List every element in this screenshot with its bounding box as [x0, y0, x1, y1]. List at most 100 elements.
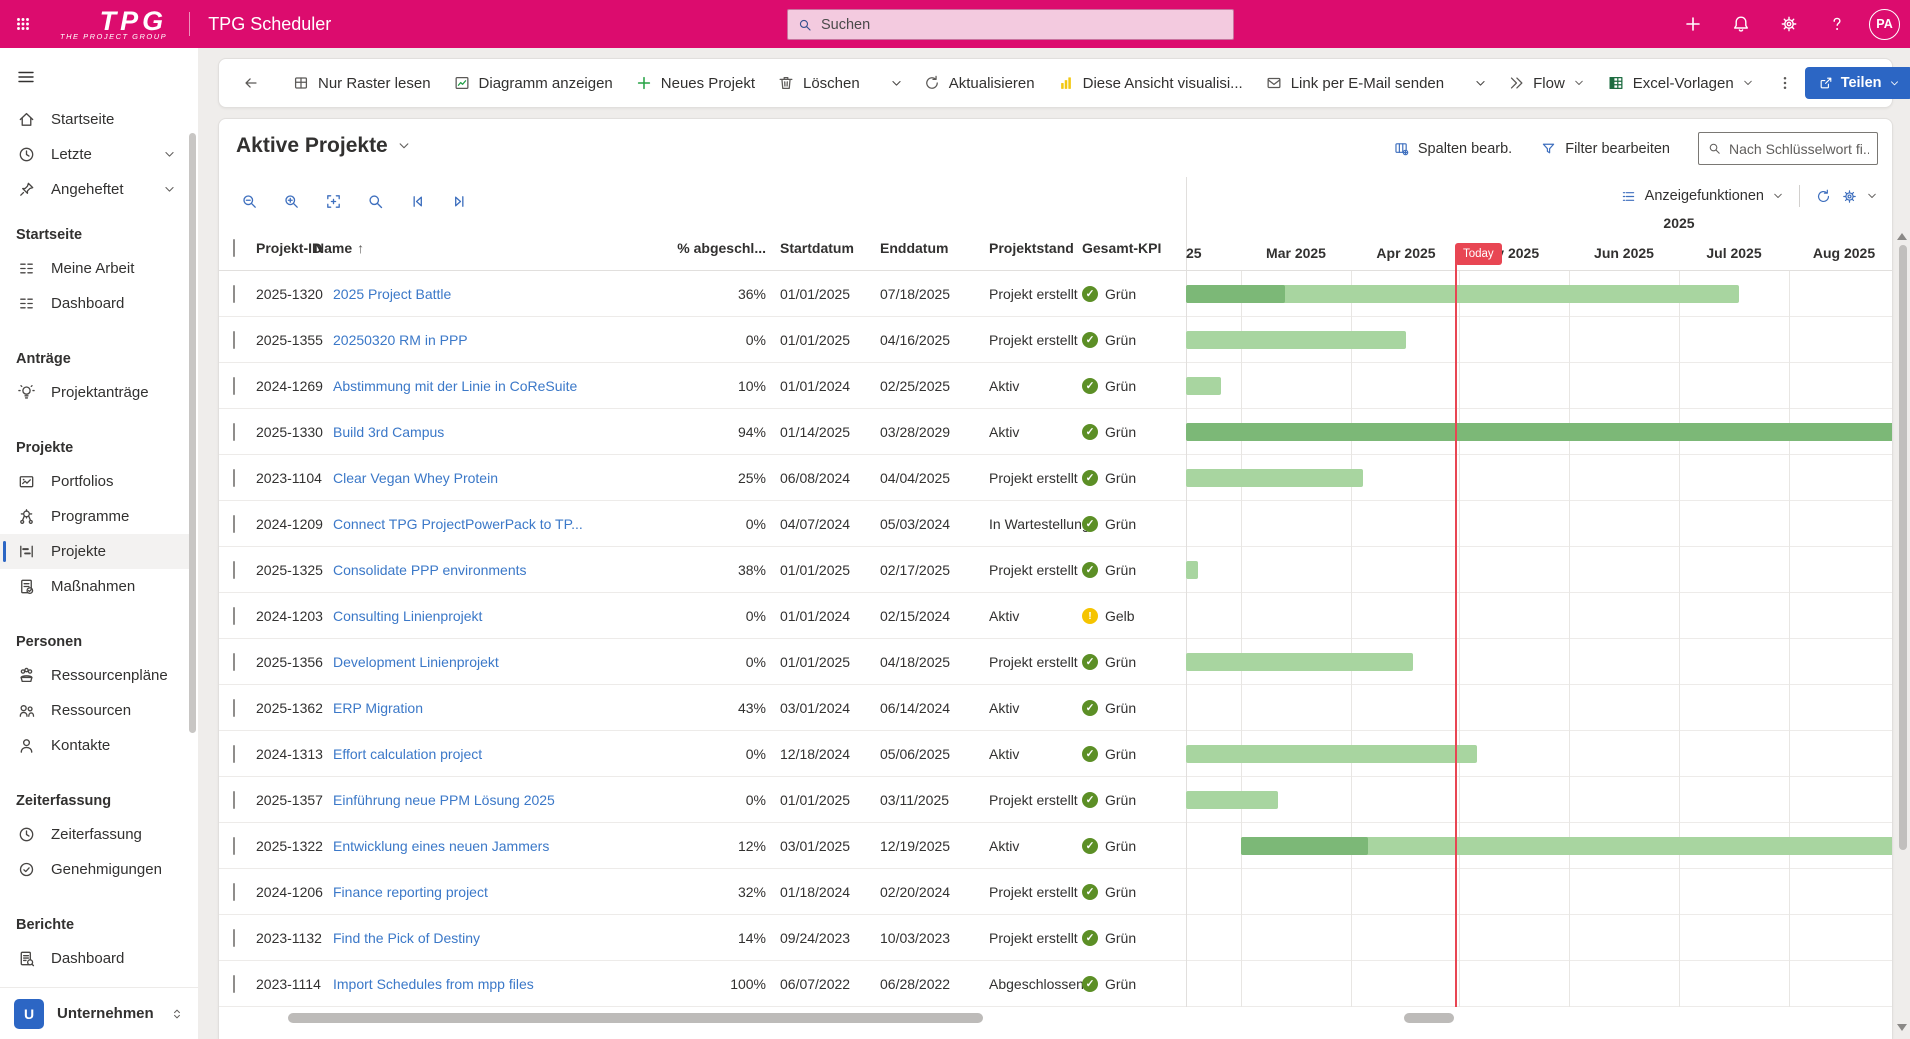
- row-checkbox[interactable]: [233, 562, 235, 578]
- row-checkbox[interactable]: [233, 286, 235, 302]
- checkbox[interactable]: [233, 377, 235, 395]
- vertical-scrollbar[interactable]: [1899, 245, 1907, 850]
- checkbox[interactable]: [233, 423, 235, 441]
- checkbox[interactable]: [233, 699, 235, 717]
- gantt-bar[interactable]: [1186, 791, 1278, 809]
- gantt-bar[interactable]: [1186, 469, 1363, 487]
- row-checkbox[interactable]: [233, 654, 235, 670]
- sidebar-item-portfolios[interactable]: Portfolios: [0, 464, 190, 499]
- sidebar-item-massnahmen[interactable]: Maßnahmen: [0, 569, 190, 604]
- search-icon[interactable]: [366, 192, 385, 211]
- app-launcher-button[interactable]: [0, 0, 46, 48]
- sidebar-item-letzte[interactable]: Letzte: [0, 137, 190, 172]
- command-flow[interactable]: Flow: [1496, 65, 1596, 101]
- checkbox[interactable]: [233, 653, 235, 671]
- cell-project-name[interactable]: Development Linienprojekt: [333, 654, 499, 670]
- cell-project-name[interactable]: Consolidate PPP environments: [333, 562, 527, 578]
- row-checkbox[interactable]: [233, 470, 235, 486]
- row-checkbox[interactable]: [233, 976, 235, 992]
- command-excel-vorlagen[interactable]: Excel-Vorlagen: [1596, 65, 1765, 101]
- command-neues-projekt[interactable]: Neues Projekt: [624, 65, 766, 101]
- sidebar-item-projektantrage[interactable]: Projektanträge: [0, 375, 190, 410]
- cell-project-name[interactable]: Build 3rd Campus: [333, 424, 444, 440]
- skip-to-start-icon[interactable]: [408, 192, 427, 211]
- sidebar-item-programme[interactable]: Programme: [0, 499, 190, 534]
- collapse-nav-button[interactable]: [16, 64, 42, 90]
- fit-screen-icon[interactable]: [324, 192, 343, 211]
- cell-project-name[interactable]: 20250320 RM in PPP: [333, 332, 468, 348]
- command-link-per-e-mail-senden[interactable]: Link per E-Mail senden: [1254, 65, 1455, 101]
- checkbox[interactable]: [233, 239, 235, 257]
- user-avatar[interactable]: PA: [1869, 9, 1900, 40]
- checkbox[interactable]: [233, 561, 235, 579]
- gantt-horizontal-scrollbar[interactable]: [1404, 1013, 1454, 1023]
- command-nur-raster-lesen[interactable]: Nur Raster lesen: [281, 65, 442, 101]
- command-diese-ansicht-visualisi[interactable]: Diese Ansicht visualisi...: [1046, 65, 1254, 101]
- cell-project-name[interactable]: Finance reporting project: [333, 884, 488, 900]
- checkbox[interactable]: [233, 837, 235, 855]
- row-checkbox[interactable]: [233, 332, 235, 348]
- sidebar-item-zeiterfassung[interactable]: Zeiterfassung: [0, 817, 190, 852]
- checkbox[interactable]: [233, 929, 235, 947]
- gantt-bar[interactable]: [1186, 423, 1893, 441]
- cell-project-name[interactable]: Clear Vegan Whey Protein: [333, 470, 498, 486]
- column-header-name[interactable]: Name↑: [314, 240, 364, 256]
- grid-horizontal-scrollbar[interactable]: [288, 1013, 983, 1023]
- view-selector[interactable]: Aktive Projekte: [236, 134, 411, 158]
- gantt-bar[interactable]: [1186, 745, 1477, 763]
- checkbox[interactable]: [233, 745, 235, 763]
- sidebar-item-projekte[interactable]: Projekte: [0, 534, 190, 569]
- sidebar-item-dashboard[interactable]: Dashboard: [0, 941, 190, 976]
- gantt-bar[interactable]: [1186, 285, 1739, 303]
- gantt-bar[interactable]: [1186, 377, 1221, 395]
- sidebar-item-dashboard[interactable]: Dashboard: [0, 286, 190, 321]
- notifications-button[interactable]: [1721, 0, 1761, 48]
- checkbox[interactable]: [233, 285, 235, 303]
- sidebar-item-genehmigungen[interactable]: Genehmigungen: [0, 852, 190, 887]
- gantt-bar[interactable]: [1186, 331, 1406, 349]
- more-commands-button[interactable]: [1765, 65, 1805, 101]
- global-search-input[interactable]: [821, 17, 1224, 33]
- zoom-out-icon[interactable]: [240, 192, 259, 211]
- scroll-up-arrow[interactable]: [1897, 233, 1907, 240]
- gantt-bar[interactable]: [1186, 653, 1413, 671]
- checkbox[interactable]: [233, 975, 235, 993]
- checkbox[interactable]: [233, 883, 235, 901]
- checkbox[interactable]: [233, 791, 235, 809]
- row-checkbox[interactable]: [233, 930, 235, 946]
- gantt-bar[interactable]: [1186, 561, 1198, 579]
- checkbox[interactable]: [233, 515, 235, 533]
- more-options-chevron[interactable]: [881, 65, 912, 101]
- back-button[interactable]: [231, 65, 271, 101]
- command-loschen[interactable]: Löschen: [766, 65, 871, 101]
- sidebar-scrollbar[interactable]: [189, 133, 196, 733]
- select-all-checkbox[interactable]: [233, 240, 235, 256]
- zoom-in-icon[interactable]: [282, 192, 301, 211]
- row-checkbox[interactable]: [233, 838, 235, 854]
- global-search-box[interactable]: [787, 9, 1234, 40]
- cell-project-name[interactable]: Abstimmung mit der Linie in CoReSuite: [333, 378, 577, 394]
- cell-project-name[interactable]: ERP Migration: [333, 700, 423, 716]
- cell-project-name[interactable]: Import Schedules from mpp files: [333, 976, 534, 992]
- keyword-filter-box[interactable]: [1698, 132, 1878, 165]
- cell-project-name[interactable]: Effort calculation project: [333, 746, 482, 762]
- sidebar-item-angeheftet[interactable]: Angeheftet: [0, 172, 190, 207]
- sidebar-item-ressourcen[interactable]: Ressourcen: [0, 693, 190, 728]
- command-diagramm-anzeigen[interactable]: Diagramm anzeigen: [442, 65, 624, 101]
- column-header-projektstand[interactable]: Projektstand: [989, 240, 1074, 256]
- scroll-down-arrow[interactable]: [1897, 1024, 1907, 1031]
- more-options-chevron[interactable]: [1465, 65, 1496, 101]
- row-checkbox[interactable]: [233, 884, 235, 900]
- edit-columns-button[interactable]: Spalten bearb.: [1383, 133, 1522, 165]
- sidebar-item-startseite[interactable]: Startseite: [0, 102, 190, 137]
- cell-project-name[interactable]: Einführung neue PPM Lösung 2025: [333, 792, 555, 808]
- checkbox[interactable]: [233, 469, 235, 487]
- cell-project-name[interactable]: Entwicklung eines neuen Jammers: [333, 838, 549, 854]
- row-checkbox[interactable]: [233, 378, 235, 394]
- column-header-startdatum[interactable]: Startdatum: [780, 240, 854, 256]
- column-header-gesamt-kpi[interactable]: Gesamt-KPI: [1082, 240, 1161, 256]
- row-checkbox[interactable]: [233, 516, 235, 532]
- org-switcher[interactable]: U Unternehmen: [0, 987, 198, 1039]
- share-button[interactable]: Teilen: [1805, 67, 1910, 99]
- help-button[interactable]: [1817, 0, 1857, 48]
